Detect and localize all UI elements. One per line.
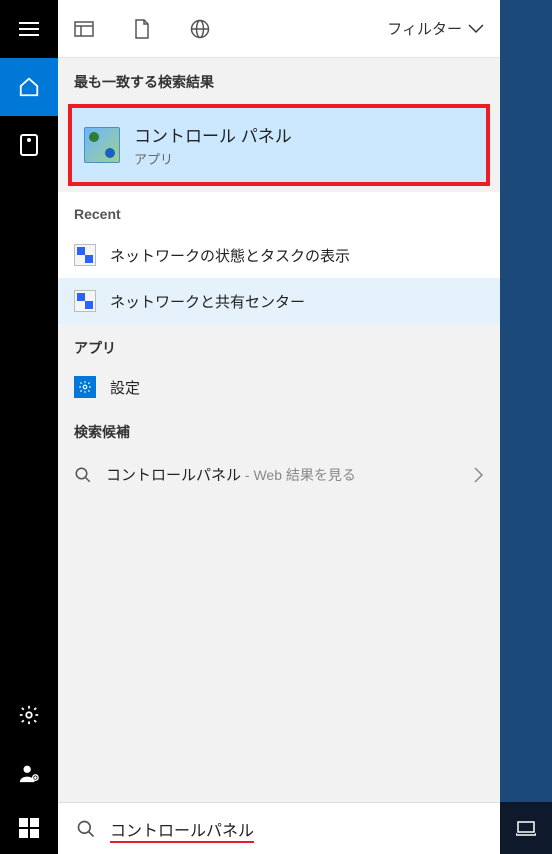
- recent-item[interactable]: ネットワークの状態とタスクの表示: [58, 232, 500, 278]
- hamburger-icon: [19, 22, 39, 36]
- recent-item-label: ネットワークと共有センター: [110, 291, 305, 312]
- web-scope-button[interactable]: [190, 19, 210, 39]
- section-apps-title: アプリ: [58, 324, 500, 366]
- best-match-subtitle: アプリ: [134, 149, 292, 168]
- document-icon: [134, 19, 150, 39]
- section-suggest-title: 検索候補: [58, 408, 500, 450]
- settings-button[interactable]: [0, 686, 58, 744]
- search-icon: [74, 466, 92, 484]
- user-icon: [18, 762, 40, 784]
- section-best-match-title: 最も一致する検索結果: [58, 58, 500, 100]
- network-icon: [74, 244, 96, 266]
- suggest-main: コントロールパネル: [106, 467, 241, 484]
- document-scope-button[interactable]: [132, 19, 152, 39]
- search-bar[interactable]: コントロールパネル: [58, 802, 500, 854]
- chevron-right-icon: [474, 467, 484, 483]
- suggest-hint: - Web 結果を見る: [241, 467, 356, 483]
- chevron-down-icon: [468, 24, 484, 34]
- network-icon: [74, 290, 96, 312]
- task-view-icon: [516, 820, 536, 836]
- start-button[interactable]: [0, 802, 58, 854]
- app-scope-button[interactable]: [74, 19, 94, 39]
- filter-label: フィルター: [387, 18, 462, 39]
- search-icon: [76, 819, 96, 839]
- apps-icon: [20, 134, 38, 156]
- control-panel-icon: [84, 127, 120, 163]
- window-icon: [74, 21, 94, 37]
- panel-header: フィルター: [58, 0, 500, 58]
- filter-dropdown[interactable]: フィルター: [387, 18, 484, 39]
- home-button[interactable]: [0, 58, 58, 116]
- recent-item-label: ネットワークの状態とタスクの表示: [110, 245, 350, 266]
- best-match-item[interactable]: コントロール パネル アプリ: [68, 104, 490, 186]
- globe-icon: [190, 19, 210, 39]
- app-item-label: 設定: [110, 377, 140, 398]
- search-input-text[interactable]: コントロールパネル: [110, 817, 254, 841]
- settings-icon: [74, 376, 96, 398]
- gear-icon: [18, 704, 40, 726]
- hamburger-menu-button[interactable]: [0, 0, 58, 58]
- section-recent-title: Recent: [58, 192, 500, 232]
- recent-item[interactable]: ネットワークと共有センター: [58, 278, 500, 324]
- best-match-title: コントロール パネル: [134, 122, 292, 147]
- task-view-button[interactable]: [500, 802, 552, 854]
- suggest-item[interactable]: コントロールパネル - Web 結果を見る: [58, 450, 500, 499]
- home-icon: [18, 76, 40, 98]
- apps-button[interactable]: [0, 116, 58, 174]
- user-button[interactable]: [0, 744, 58, 802]
- windows-icon: [19, 818, 39, 838]
- app-item[interactable]: 設定: [58, 366, 500, 408]
